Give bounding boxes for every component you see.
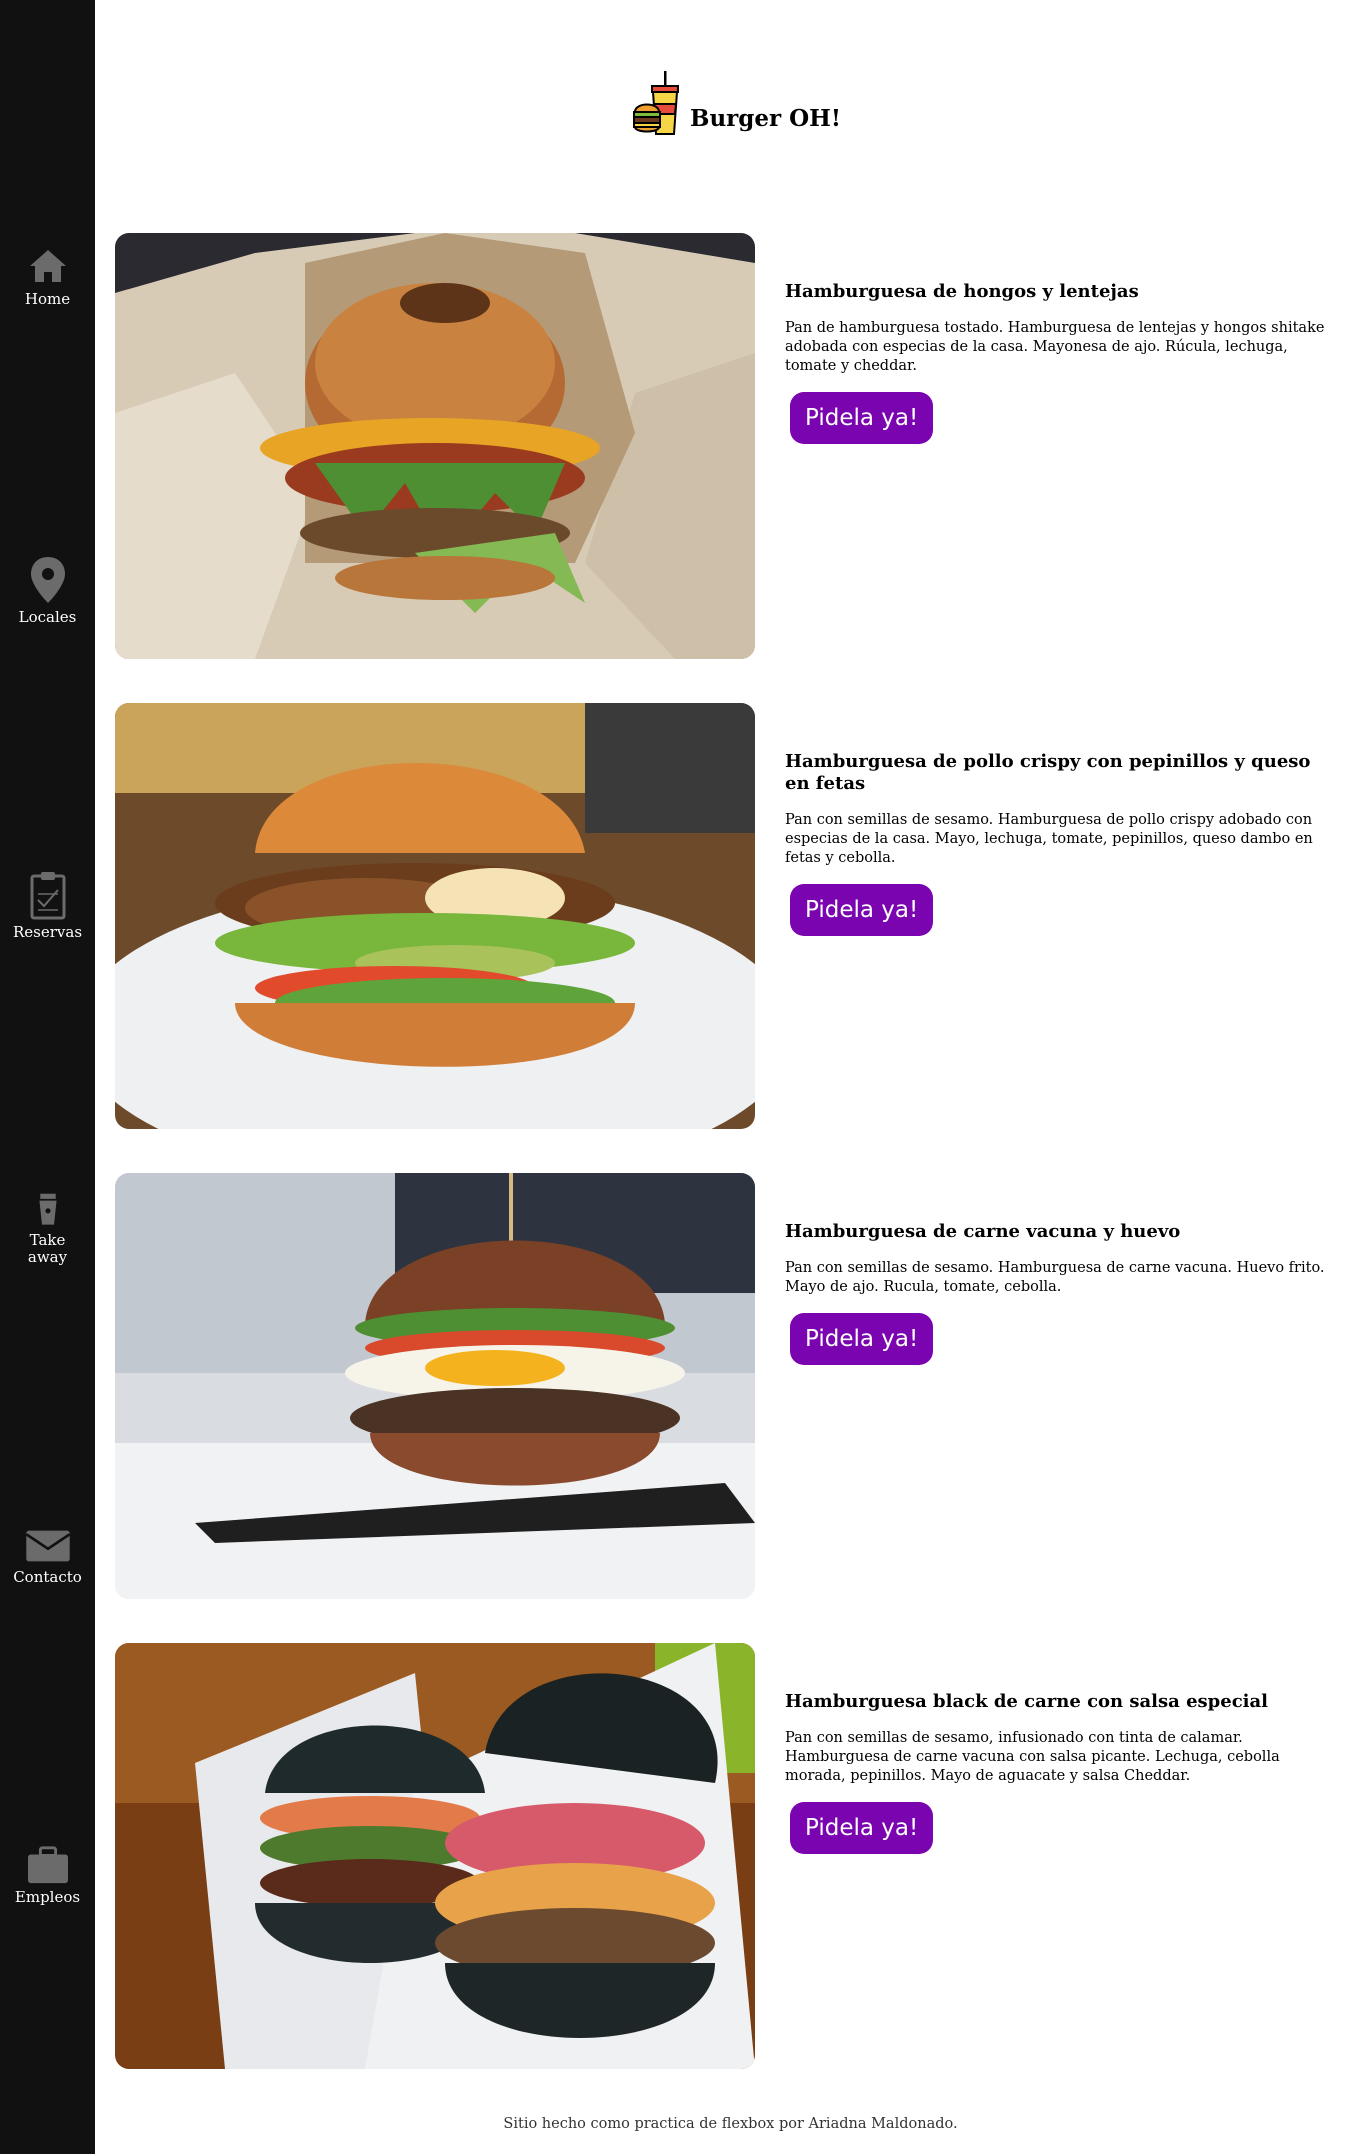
map-pin-icon: [30, 557, 65, 603]
order-button[interactable]: Pidela ya!: [790, 1802, 934, 1854]
nav-label: Locales: [18, 608, 77, 626]
coffee-cup-icon: [38, 1193, 57, 1225]
card-text: Hamburguesa de carne vacuna y huevo Pan …: [785, 1221, 1335, 1365]
burger-soda-logo-icon: [633, 71, 679, 135]
footer-text: Sitio hecho como practica de flexbox por…: [503, 2116, 958, 2132]
card-description: Pan de hamburguesa tostado. Hamburguesa …: [785, 320, 1325, 374]
menu-card: Hamburguesa de hongos y lentejas Pan de …: [115, 233, 1335, 659]
brand-header: Burger OH!: [632, 70, 841, 136]
nav-item-reservas[interactable]: Reservas: [0, 870, 95, 941]
nav-item-take-away[interactable]: Take away: [0, 1192, 95, 1266]
clipboard-check-icon: [30, 872, 65, 920]
order-button[interactable]: Pidela ya!: [790, 392, 934, 444]
home-icon: [29, 250, 66, 282]
card-text: Hamburguesa de hongos y lentejas Pan de …: [785, 281, 1335, 444]
card-title: Hamburguesa de pollo crispy con pepinill…: [785, 751, 1311, 794]
menu-card: Hamburguesa de carne vacuna y huevo Pan …: [115, 1173, 1335, 1599]
burger-photo: [115, 1173, 755, 1599]
card-text: Hamburguesa black de carne con salsa esp…: [785, 1691, 1335, 1854]
brand-title: Burger OH!: [690, 105, 841, 132]
card-title: Hamburguesa de carne vacuna y huevo: [785, 1221, 1181, 1242]
order-button[interactable]: Pidela ya!: [790, 884, 934, 936]
card-title: Hamburguesa black de carne con salsa esp…: [785, 1691, 1269, 1712]
card-title: Hamburguesa de hongos y lentejas: [785, 281, 1139, 302]
envelope-icon: [25, 1530, 70, 1562]
nav-item-contacto[interactable]: Contacto: [0, 1527, 95, 1586]
briefcase-icon: [27, 1846, 68, 1884]
burger-photo: [115, 703, 755, 1129]
nav-label: Reservas: [12, 923, 83, 941]
order-button[interactable]: Pidela ya!: [790, 1313, 934, 1365]
nav-item-home[interactable]: Home: [0, 245, 95, 308]
burger-photo: [115, 1643, 755, 2069]
footer: Sitio hecho como practica de flexbox por…: [0, 2113, 1366, 2132]
card-description: Pan con semillas de sesamo, infusionado …: [785, 1730, 1280, 1784]
menu-card: Hamburguesa black de carne con salsa esp…: [115, 1643, 1335, 2069]
card-description: Pan con semillas de sesamo. Hamburguesa …: [785, 1260, 1325, 1295]
card-text: Hamburguesa de pollo crispy con pepinill…: [785, 751, 1335, 936]
nav-label: Take away: [27, 1231, 68, 1266]
nav-label: Home: [24, 290, 71, 308]
sidebar: Home Locales Reservas Take away Contacto: [0, 0, 95, 2154]
nav-label: Empleos: [14, 1888, 81, 1906]
menu-card: Hamburguesa de pollo crispy con pepinill…: [115, 703, 1335, 1129]
burger-photo: [115, 233, 755, 659]
nav-item-locales[interactable]: Locales: [0, 555, 95, 626]
card-description: Pan con semillas de sesamo. Hamburguesa …: [785, 812, 1313, 866]
nav-item-empleos[interactable]: Empleos: [0, 1845, 95, 1906]
nav-label: Contacto: [13, 1568, 82, 1586]
